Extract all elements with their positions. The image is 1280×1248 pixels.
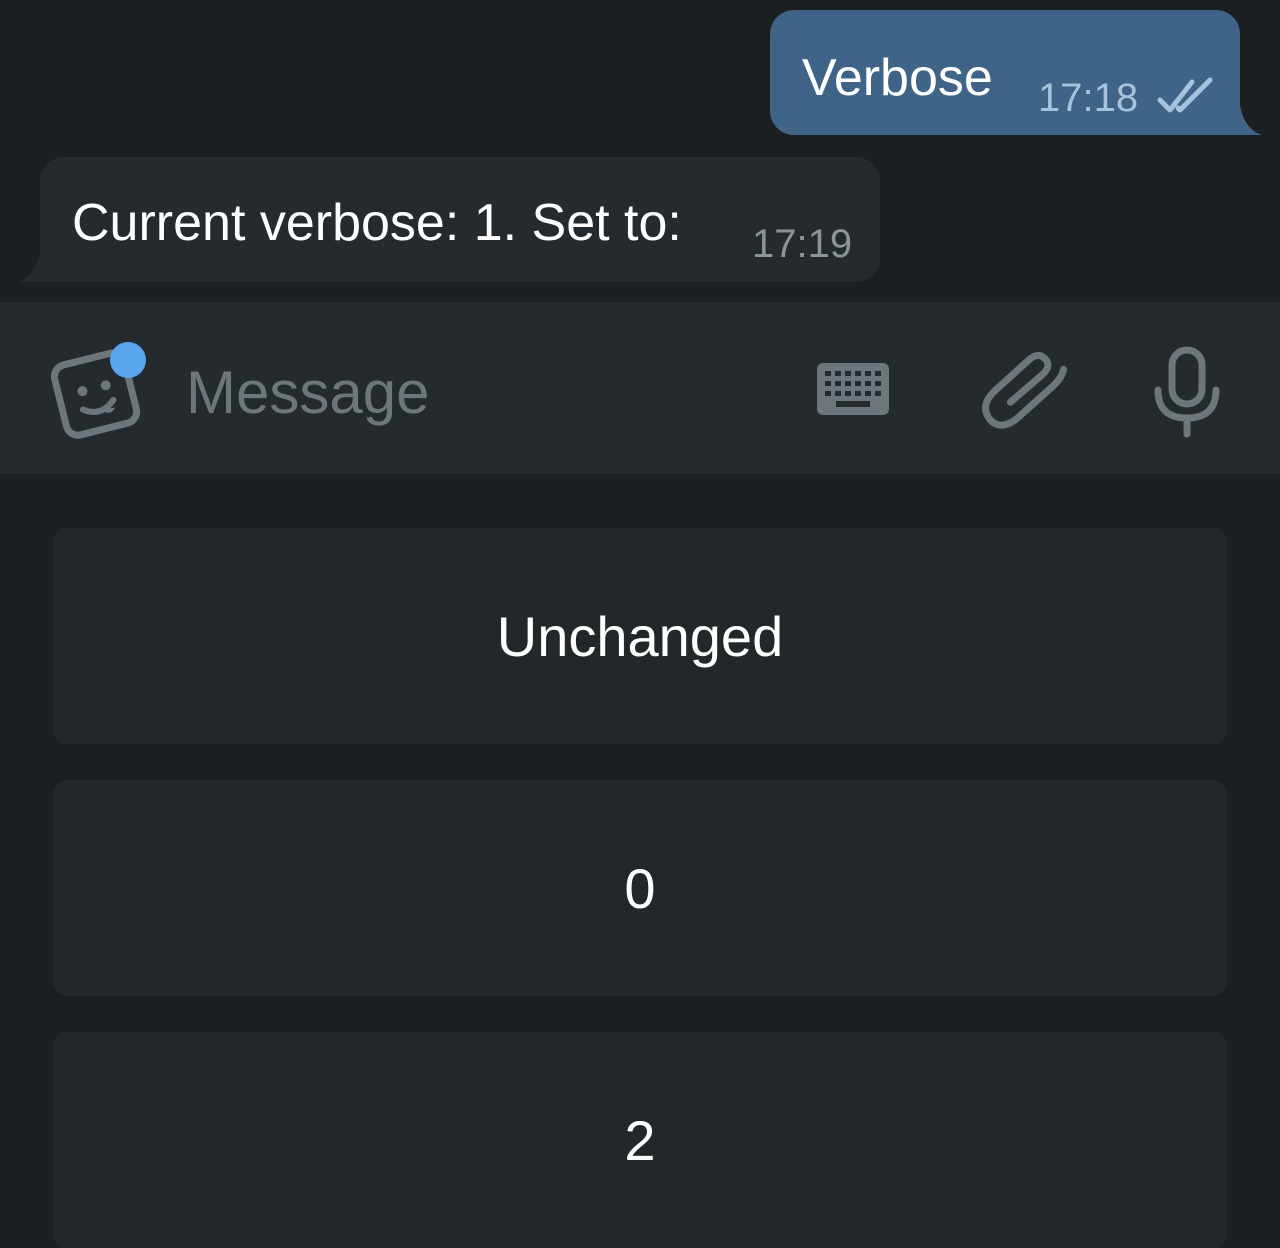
attach-button[interactable] xyxy=(978,344,1070,440)
message-time: 17:19 xyxy=(752,222,853,266)
message-input[interactable] xyxy=(186,352,766,432)
reply-button-2[interactable]: 2 xyxy=(53,1032,1227,1248)
outgoing-message[interactable]: Verbose 17:18 xyxy=(770,10,1262,135)
keyboard-toggle-button[interactable] xyxy=(814,360,892,418)
bubble-tail xyxy=(1232,105,1262,135)
message-composer xyxy=(0,302,1280,474)
message-text: Verbose xyxy=(802,49,993,107)
microphone-button[interactable] xyxy=(1150,344,1224,438)
reply-keyboard: Unchanged 0 2 xyxy=(0,474,1280,1248)
double-check-icon xyxy=(1157,77,1213,113)
notification-dot xyxy=(110,342,146,378)
paperclip-icon xyxy=(982,351,1068,429)
message-time: 17:18 xyxy=(1038,76,1139,120)
keyboard-icon xyxy=(817,363,889,415)
incoming-message[interactable]: Current verbose: 1. Set to: 17:19 xyxy=(18,157,880,282)
microphone-icon xyxy=(1154,346,1220,438)
reply-button-unchanged[interactable]: Unchanged xyxy=(53,528,1227,744)
reply-button-0[interactable]: 0 xyxy=(53,780,1227,996)
bubble-tail xyxy=(18,252,48,282)
message-text: Current verbose: 1. Set to: xyxy=(72,194,682,252)
chat-history: Verbose 17:18 Current verbose: 1. Set to… xyxy=(0,0,1280,302)
